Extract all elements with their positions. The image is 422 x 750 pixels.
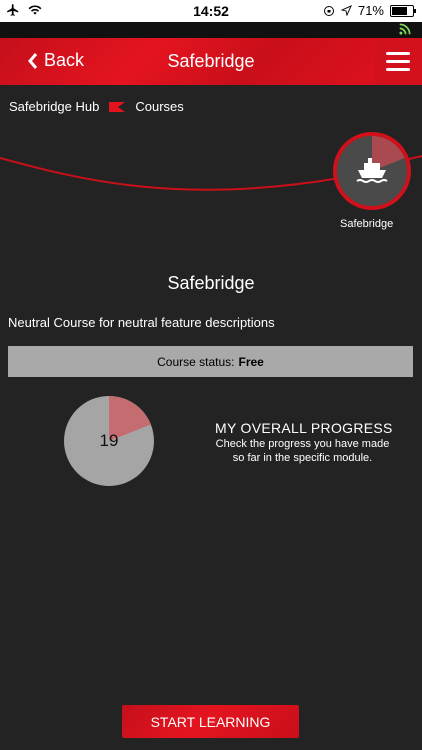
flag-icon <box>109 101 126 112</box>
feed-strip <box>0 22 422 38</box>
progress-title: MY OVERALL PROGRESS <box>215 420 393 436</box>
course-description: Neutral Course for neutral feature descr… <box>8 315 275 330</box>
course-status-badge: Course status: Free <box>8 346 413 377</box>
course-title: Safebridge <box>167 273 255 293</box>
status-right: 71% <box>323 3 416 18</box>
breadcrumb: Safebridge Hub Courses <box>9 99 184 114</box>
hamburger-menu-icon[interactable] <box>374 38 422 85</box>
battery-icon <box>390 4 416 17</box>
location-arrow-icon <box>340 5 352 16</box>
module-node[interactable] <box>333 132 411 210</box>
start-learning-button[interactable]: START LEARNING <box>122 705 299 738</box>
ship-icon <box>356 158 388 183</box>
progress-value: 19 <box>99 431 119 450</box>
lock-rotation-icon <box>323 5 334 16</box>
module-label: Safebridge <box>340 218 394 230</box>
nav-bar: Back Safebridge <box>0 38 422 85</box>
page-title: Safebridge <box>167 51 255 71</box>
status-value: Free <box>238 354 264 369</box>
status-bar: 14:52 71% <box>0 0 422 22</box>
battery-percent: 71% <box>357 3 384 18</box>
breadcrumb-hub[interactable]: Safebridge Hub <box>9 99 99 114</box>
progress-description: Check the progress you have made so far … <box>215 438 390 464</box>
status-label: Course status: <box>157 354 235 369</box>
rss-icon[interactable] <box>398 22 412 36</box>
breadcrumb-current: Courses <box>135 99 184 114</box>
